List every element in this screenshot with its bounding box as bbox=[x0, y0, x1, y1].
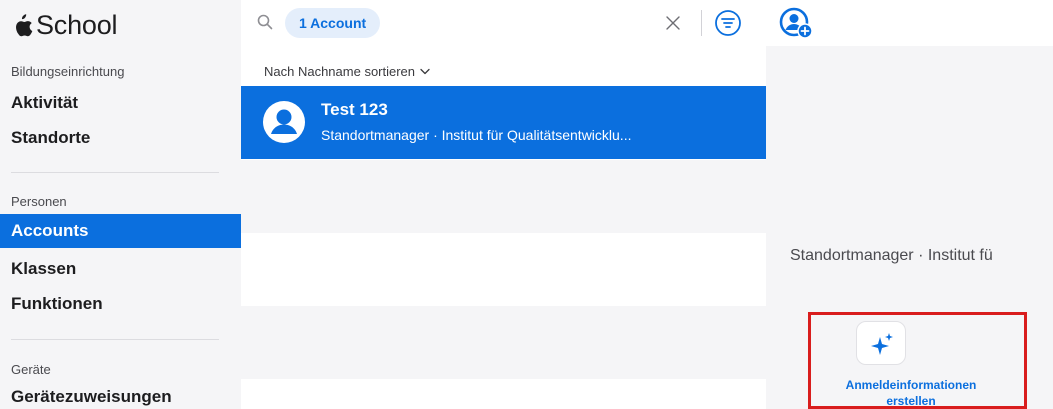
sidebar-item-funktionen[interactable]: Funktionen bbox=[11, 294, 103, 314]
sidebar-item-klassen[interactable]: Klassen bbox=[11, 259, 76, 279]
table-row[interactable]: Test 123 Standortmanager · Institut für … bbox=[241, 86, 766, 159]
person-avatar-icon bbox=[263, 101, 305, 143]
account-name: Test 123 bbox=[321, 100, 388, 119]
account-subtitle: Standortmanager · Institut für Qualitäts… bbox=[321, 127, 632, 143]
filter-icon[interactable] bbox=[714, 9, 742, 37]
section-heading-bildungseinrichtung: Bildungseinrichtung bbox=[11, 64, 125, 79]
sidebar-item-geraetezuweisungen[interactable]: Gerätezuweisungen bbox=[11, 387, 172, 407]
create-credentials-label: Anmeldeinformationen erstellen bbox=[826, 377, 996, 409]
sidebar-divider bbox=[11, 339, 219, 340]
sidebar: School Bildungseinrichtung Aktivität Sta… bbox=[0, 0, 242, 409]
sidebar-item-standorte[interactable]: Standorte bbox=[11, 128, 90, 148]
apple-logo-icon bbox=[16, 13, 33, 36]
add-account-icon[interactable] bbox=[779, 7, 813, 39]
search-separator bbox=[701, 10, 702, 36]
detail-subtitle: Standortmanager · Institut fü bbox=[790, 247, 993, 264]
search-icon bbox=[257, 14, 273, 30]
detail-toolbar bbox=[766, 0, 1053, 46]
sort-label: Nach Nachname sortieren bbox=[264, 64, 416, 79]
detail-pane: Standortmanager · Institut fü Anmeldeinf… bbox=[766, 0, 1053, 409]
search-token[interactable]: 1 Account bbox=[285, 8, 381, 38]
sparkle-icon bbox=[871, 333, 893, 355]
clear-icon[interactable] bbox=[664, 14, 682, 32]
chevron-down-icon bbox=[420, 68, 430, 75]
list-empty-row bbox=[241, 306, 766, 379]
accounts-list-column: 1 Account Nach Nachname sortieren Test 1… bbox=[241, 0, 767, 409]
section-heading-personen: Personen bbox=[11, 194, 67, 209]
search-bar[interactable]: 1 Account bbox=[241, 0, 766, 46]
section-heading-geraete: Geräte bbox=[11, 362, 51, 377]
create-credentials-label-line2: erstellen bbox=[886, 394, 936, 408]
create-credentials-tile[interactable] bbox=[856, 321, 906, 365]
sidebar-item-accounts[interactable]: Accounts bbox=[0, 214, 241, 248]
sidebar-item-aktivitaet[interactable]: Aktivität bbox=[11, 93, 78, 113]
sort-menu[interactable]: Nach Nachname sortieren bbox=[264, 64, 430, 79]
app-title: School bbox=[36, 10, 118, 40]
sidebar-divider bbox=[11, 172, 219, 173]
app-logo: School bbox=[11, 10, 118, 41]
create-credentials-label-line1: Anmeldeinformationen bbox=[845, 378, 977, 392]
list-empty-row bbox=[241, 160, 766, 233]
